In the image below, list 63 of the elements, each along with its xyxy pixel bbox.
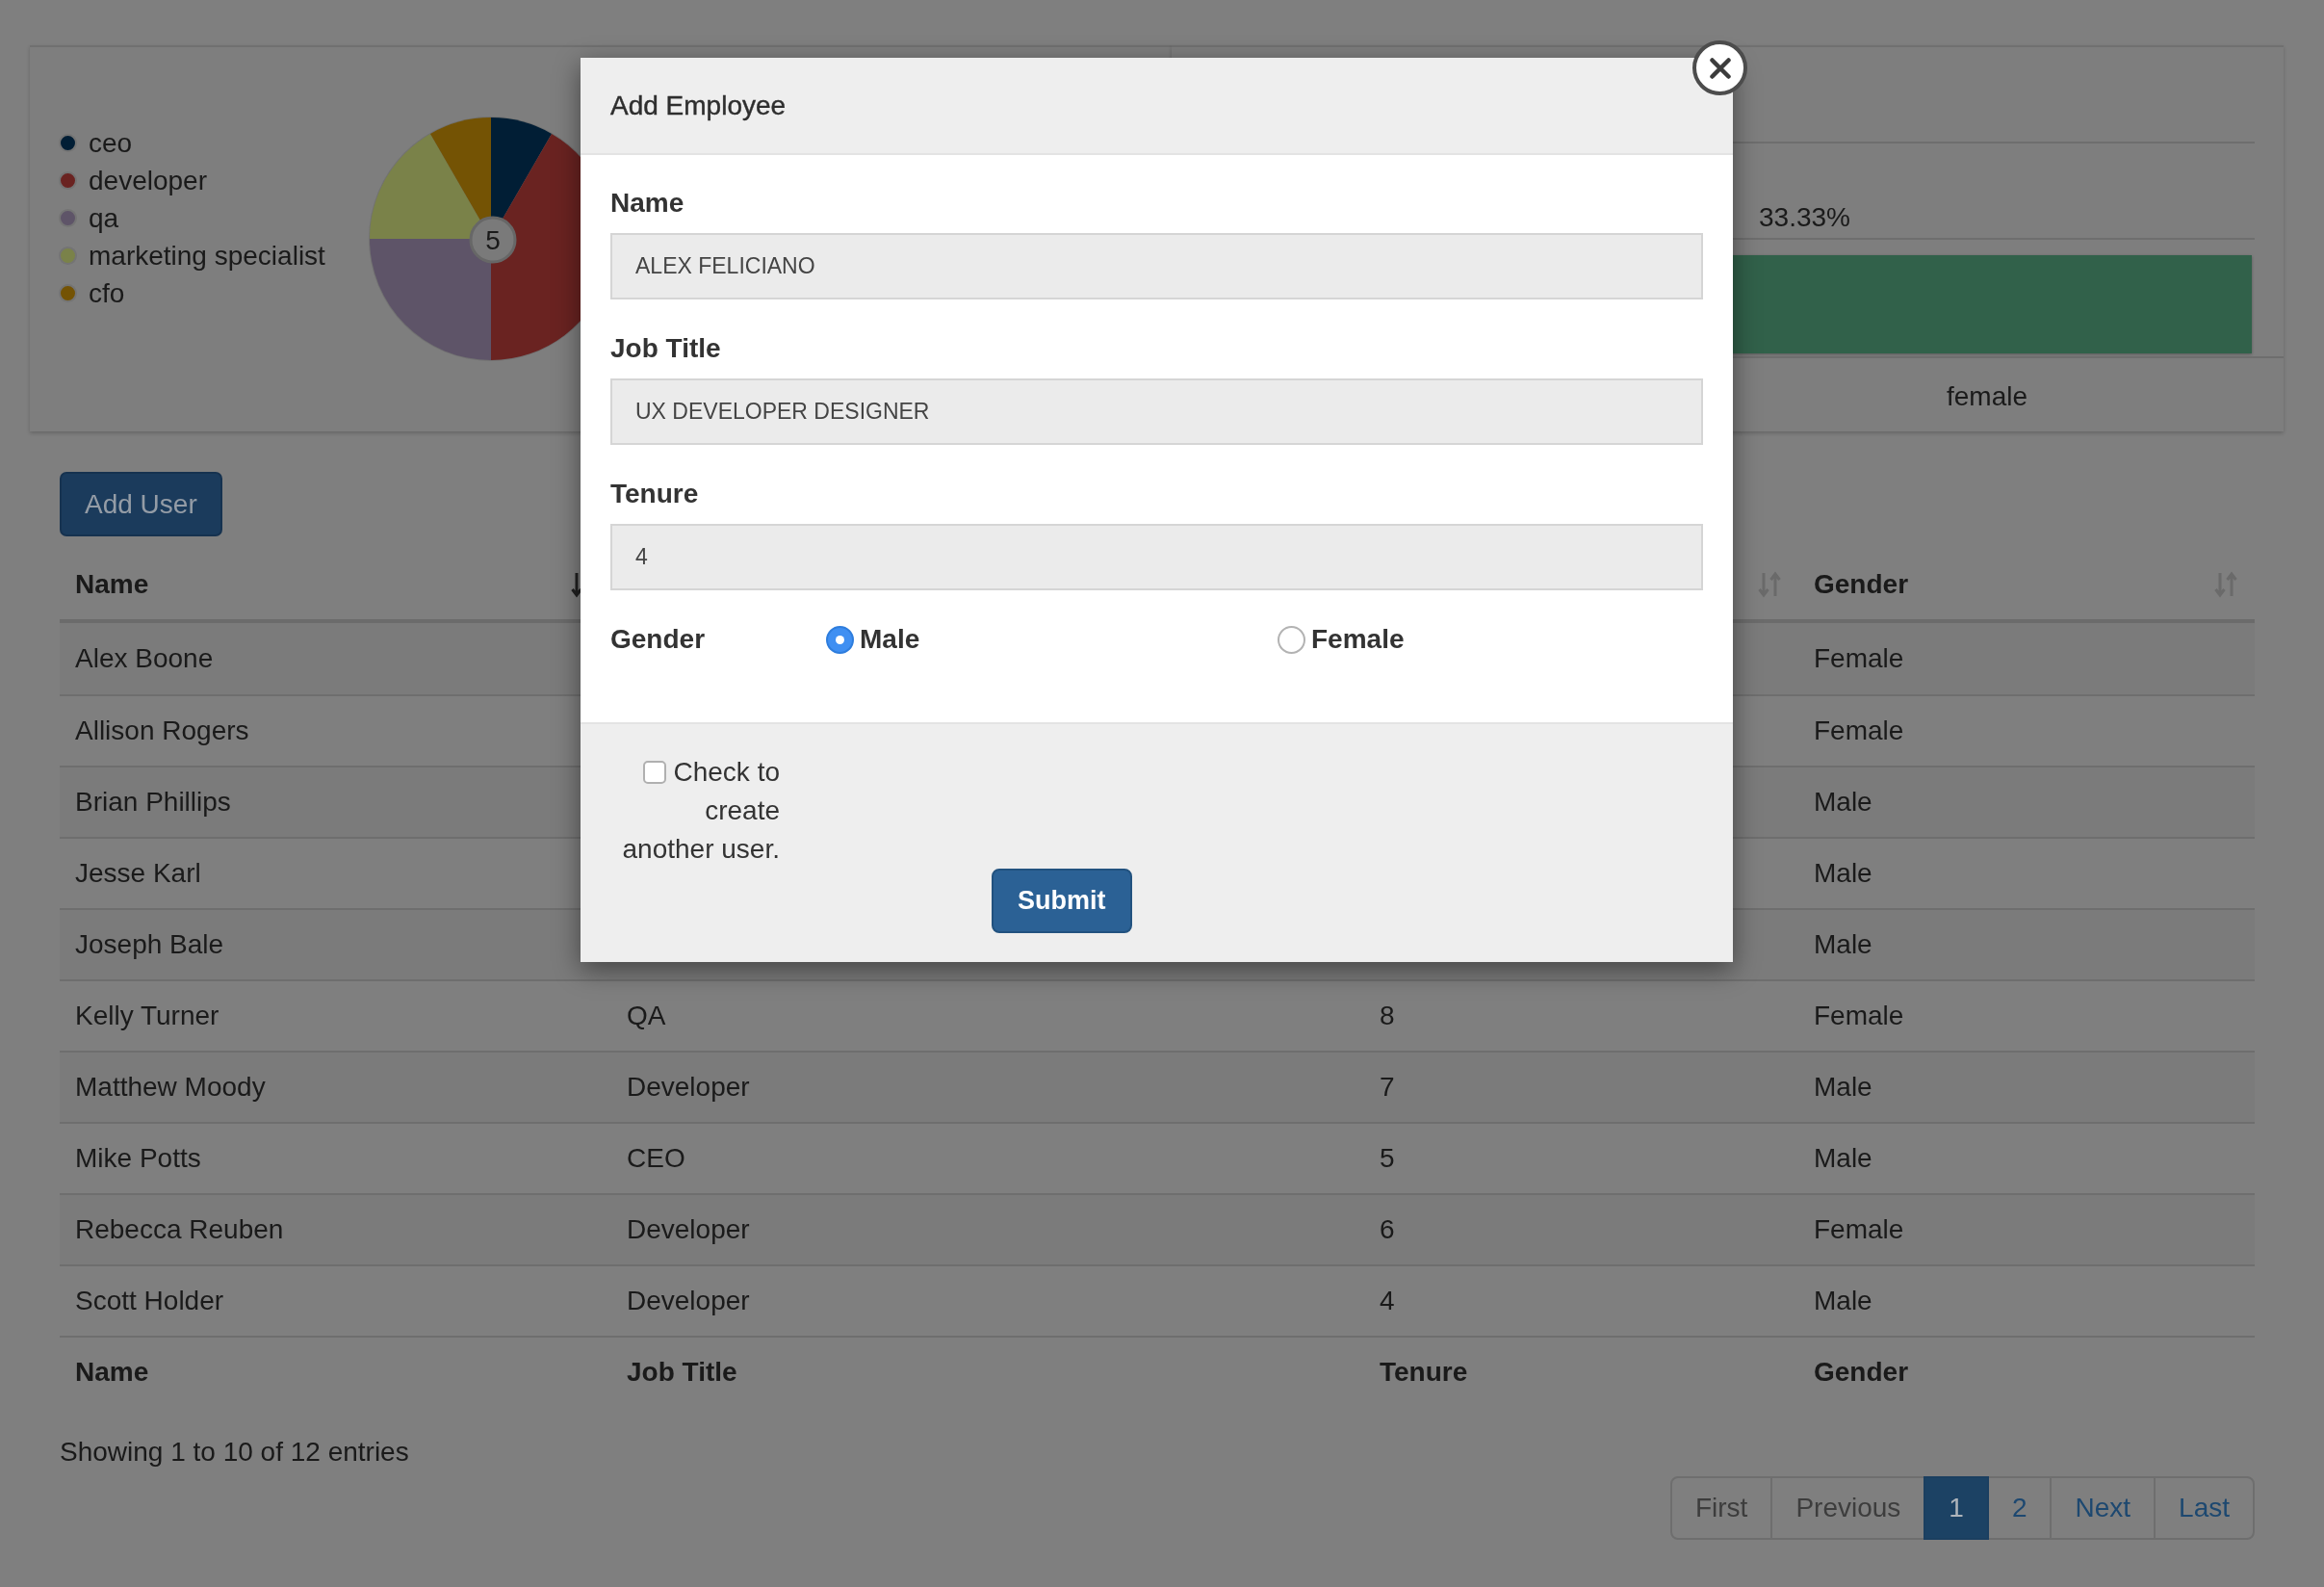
bar-label: female	[1946, 380, 2027, 413]
table-cell-text: Mike Potts	[75, 1142, 201, 1175]
table-cell-text: Kelly Turner	[75, 1000, 219, 1032]
legend-label: developer	[89, 164, 207, 197]
field-label: Gender	[610, 623, 706, 656]
checkbox[interactable]	[642, 761, 666, 784]
table-cell-text: Male	[1814, 1285, 1872, 1317]
entries-info: Showing 1 to 10 of 12 entries	[60, 1437, 409, 1467]
column-footer: Gender	[1814, 1353, 1909, 1392]
input-field[interactable]: ALEX FELICIANO	[610, 233, 1703, 299]
radio-label[interactable]: Female	[1311, 620, 1405, 659]
radio-label[interactable]: Male	[860, 620, 920, 659]
table-cell-text: Jesse Karl	[75, 857, 201, 890]
table-cell-text: Joseph Bale	[75, 928, 224, 961]
close-icon	[1709, 57, 1731, 79]
table-cell-text: Male	[1814, 786, 1872, 819]
table-cell-text: Scott Holder	[75, 1285, 224, 1317]
column-footer: Job Title	[627, 1353, 737, 1392]
table-cell-text: Rebecca Reuben	[75, 1213, 284, 1246]
table-cell-text: Developer	[627, 1213, 750, 1246]
table-cell-text: Male	[1814, 1142, 1872, 1175]
table-cell-text: Female	[1814, 715, 1904, 747]
table-cell-text: QA	[627, 1000, 666, 1032]
percent-label: 33.33%	[1759, 201, 1850, 234]
table-cell-text: Female	[1814, 1213, 1904, 1246]
table-cell-text: 7	[1380, 1071, 1395, 1104]
add-user-button[interactable]: Add User	[60, 472, 222, 536]
table-cell-text: Male	[1814, 857, 1872, 890]
table-cell-text: Male	[1814, 1071, 1872, 1104]
table-cell-text: Allison Rogers	[75, 715, 249, 747]
table-cell-text: 4	[1380, 1285, 1395, 1317]
checkbox-option[interactable]: Check to create another user.	[610, 753, 780, 869]
legend-label: ceo	[89, 126, 133, 160]
field-label: Name	[610, 187, 684, 220]
table-cell-text: Alex Boone	[75, 642, 214, 675]
input-field[interactable]: 4	[610, 524, 1703, 590]
legend-label: qa	[89, 201, 119, 235]
table-cell-text: Female	[1814, 642, 1904, 675]
legend-label: cfo	[89, 276, 125, 310]
legend-label: marketing specialist	[89, 239, 325, 273]
column-footer: Tenure	[1380, 1353, 1468, 1392]
table-cell-text: Developer	[627, 1285, 750, 1317]
table-cell-text: 5	[1380, 1142, 1395, 1175]
table-cell-text: 8	[1380, 1000, 1395, 1032]
field-label: Tenure	[610, 478, 699, 510]
dialog-title: Add Employee	[610, 89, 787, 122]
table-cell-text: Female	[1814, 1000, 1904, 1032]
pie-center-label: 5	[469, 216, 517, 264]
submit-button[interactable]: Submit	[992, 869, 1132, 933]
table-cell-text: 6	[1380, 1213, 1395, 1246]
radio-button[interactable]	[826, 625, 854, 654]
column-footer: Name	[75, 1353, 149, 1392]
table-cell-text: Developer	[627, 1071, 750, 1104]
table-cell-text: CEO	[627, 1142, 685, 1175]
column-header[interactable]: Name	[75, 564, 149, 604]
table-cell-text: Male	[1814, 928, 1872, 961]
column-header[interactable]: Gender	[1814, 564, 1909, 604]
table-cell-text: Matthew Moody	[75, 1071, 266, 1104]
input-field[interactable]: UX DEVELOPER DESIGNER	[610, 378, 1703, 445]
pagination-button[interactable]: 1	[1924, 1476, 1989, 1540]
table-cell-text: Brian Phillips	[75, 786, 231, 819]
field-label: Job Title	[610, 332, 721, 365]
radio-button[interactable]	[1278, 625, 1305, 654]
